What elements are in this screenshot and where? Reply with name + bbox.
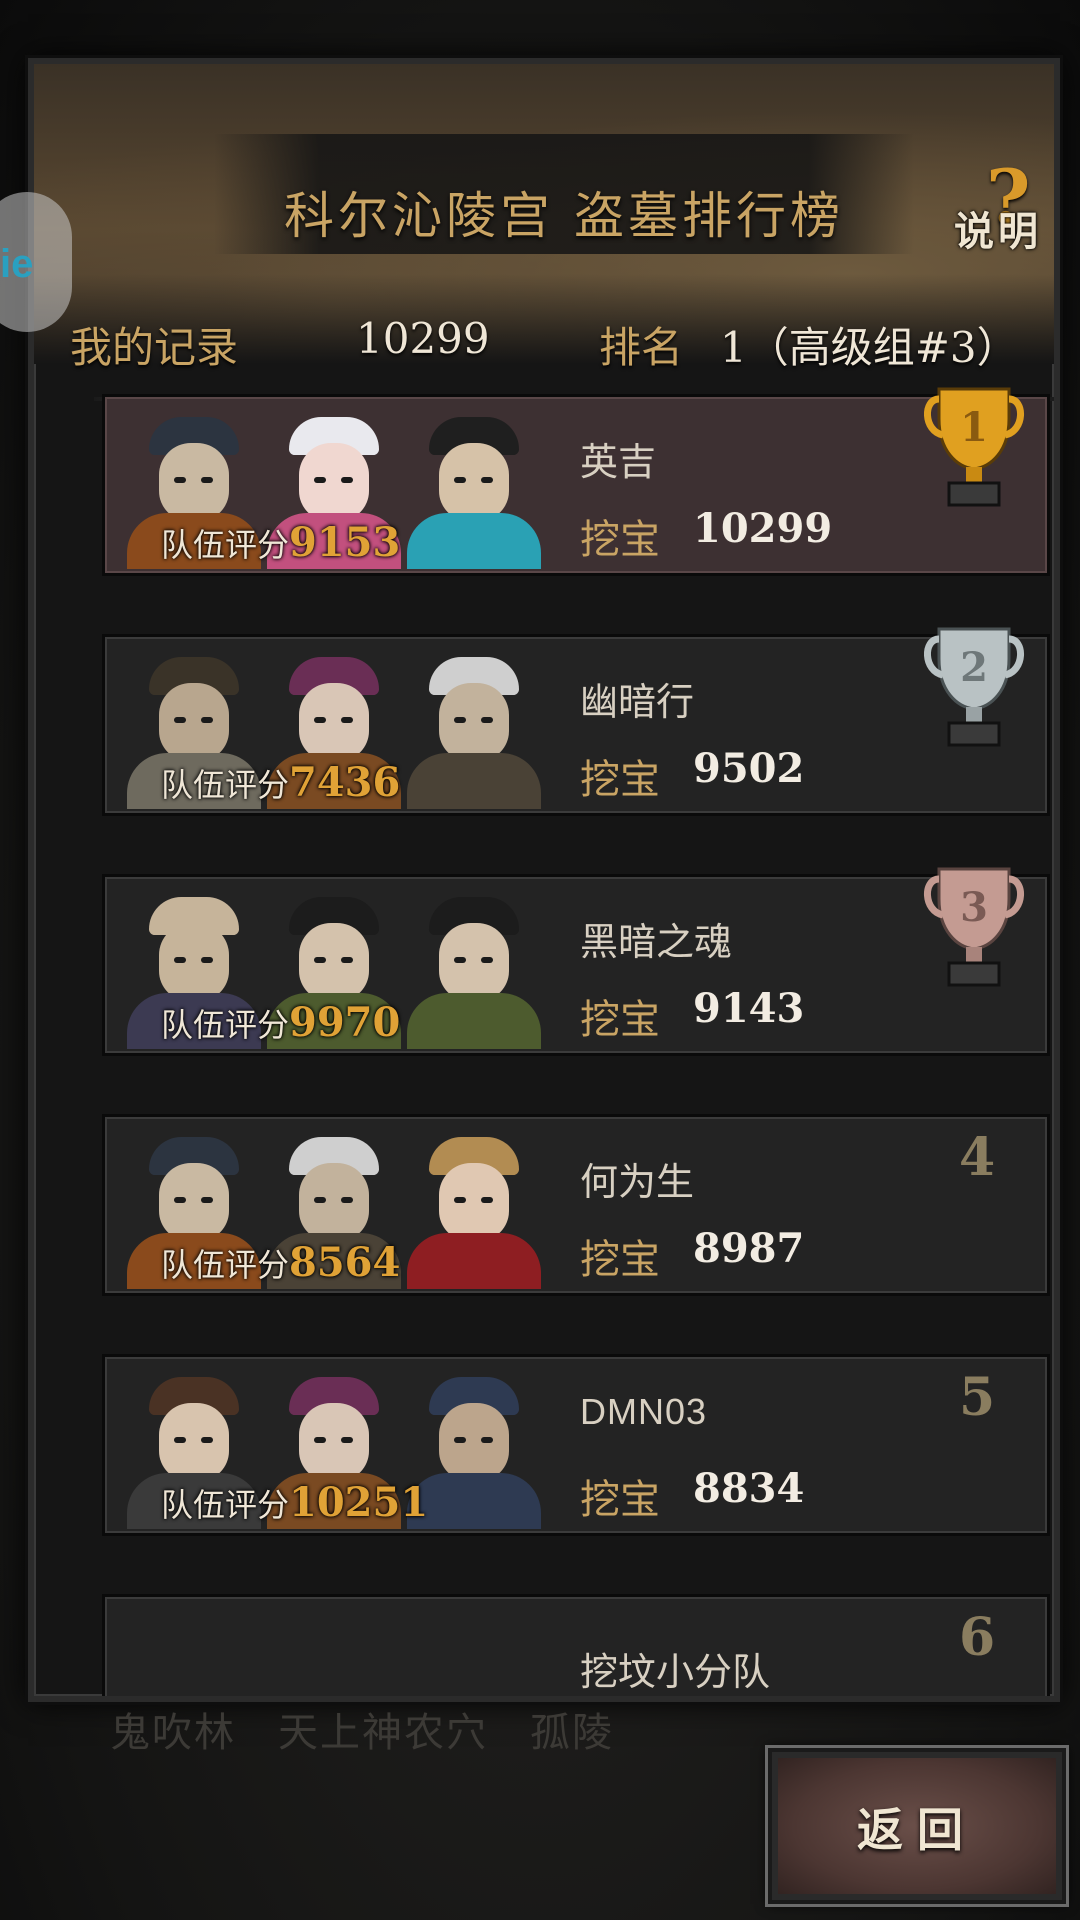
dig-label: 挖宝: [580, 1477, 660, 1523]
leaderboard-row-4[interactable]: 队伍评分8564 何为生 挖宝 8987 4: [102, 1114, 1050, 1296]
trophy-rank: 2: [960, 644, 988, 691]
team-score: 队伍评分7436: [161, 759, 401, 806]
leaderboard-row-3[interactable]: 队伍评分9970 黑暗之魂 挖宝 9143 3: [102, 867, 1050, 1056]
dig-label: 挖宝: [580, 1237, 660, 1283]
player-name: 何为生: [580, 1160, 695, 1204]
leaderboard-row-1[interactable]: 队伍评分9153 英吉 挖宝 10299 1: [102, 387, 1050, 576]
team-portraits: 队伍评分8564: [109, 1121, 559, 1289]
leaderboard-row-2[interactable]: 队伍评分7436 幽暗行 挖宝 9502 2: [102, 627, 1050, 816]
team-score: 队伍评分10251: [161, 1479, 429, 1526]
player-name: 黑暗之魂: [580, 920, 733, 964]
player-name: 挖坟小分队: [580, 1650, 771, 1694]
team-score: 队伍评分8564: [161, 1239, 401, 1286]
dig-score: 10299: [693, 505, 833, 552]
my-record-score: 10299: [356, 314, 490, 363]
back-button-label: 返回: [857, 1803, 977, 1857]
team-score: 队伍评分9153: [161, 519, 401, 566]
dig-score: 8834: [693, 1465, 805, 1512]
dig-label: 挖宝: [580, 517, 660, 563]
rank-number: 5: [959, 1367, 996, 1428]
dig-score: 8987: [693, 1225, 805, 1272]
floating-assistant-bubble[interactable]: ie: [0, 192, 72, 332]
my-rank-value: 1（高级组#3）: [720, 323, 1019, 372]
team-portraits: 队伍评分9153: [109, 401, 559, 569]
team-score: 队伍评分9970: [161, 999, 401, 1046]
player-name: 幽暗行: [580, 680, 695, 724]
team-portraits: 队伍评分10251: [109, 1361, 559, 1529]
my-rank-label: 排名: [599, 323, 684, 372]
team-portraits: 队伍评分7436: [109, 641, 559, 809]
rank-number: 4: [959, 1127, 996, 1188]
leaderboard-row-6[interactable]: 挖坟小分队 6: [102, 1594, 1050, 1696]
background-tabs: 鬼吹林 天上神农穴 孤陵: [110, 1710, 614, 1756]
trophy-rank: 1: [960, 404, 988, 451]
trophy-rank: 3: [960, 884, 988, 931]
help-button[interactable]: ? 说明: [954, 153, 1054, 259]
dig-score: 9143: [693, 985, 805, 1032]
help-label: 说明: [954, 208, 1042, 255]
hero-avatar: [399, 889, 549, 1049]
back-button[interactable]: 返回: [765, 1745, 1069, 1907]
page-title: 科尔沁陵宫 盗墓排行榜: [284, 187, 844, 245]
bronze-trophy-icon: 3: [924, 867, 1024, 987]
hero-avatar: [399, 1129, 549, 1289]
dig-score: 9502: [693, 745, 805, 792]
hero-avatar: [399, 649, 549, 809]
silver-trophy-icon: 2: [924, 627, 1024, 747]
hero-avatar: [399, 409, 549, 569]
leaderboard-panel: 科尔沁陵宫 盗墓排行榜 ? 说明 我的记录 10299 排名 1（高级组#3）: [25, 55, 1063, 1705]
bubble-text: ie: [0, 242, 34, 286]
dig-label: 挖宝: [580, 997, 660, 1043]
gold-trophy-icon: 1: [924, 387, 1024, 507]
leaderboard-row-5[interactable]: 队伍评分10251 DMN03 挖宝 8834 5: [102, 1354, 1050, 1536]
player-name: DMN03: [580, 1391, 708, 1432]
player-name: 英吉: [580, 440, 657, 484]
team-portraits: 队伍评分9970: [109, 881, 559, 1049]
rank-number: 6: [959, 1607, 996, 1668]
my-record-label: 我的记录: [70, 323, 239, 372]
dig-label: 挖宝: [580, 757, 660, 803]
team-portraits: [109, 1601, 559, 1696]
